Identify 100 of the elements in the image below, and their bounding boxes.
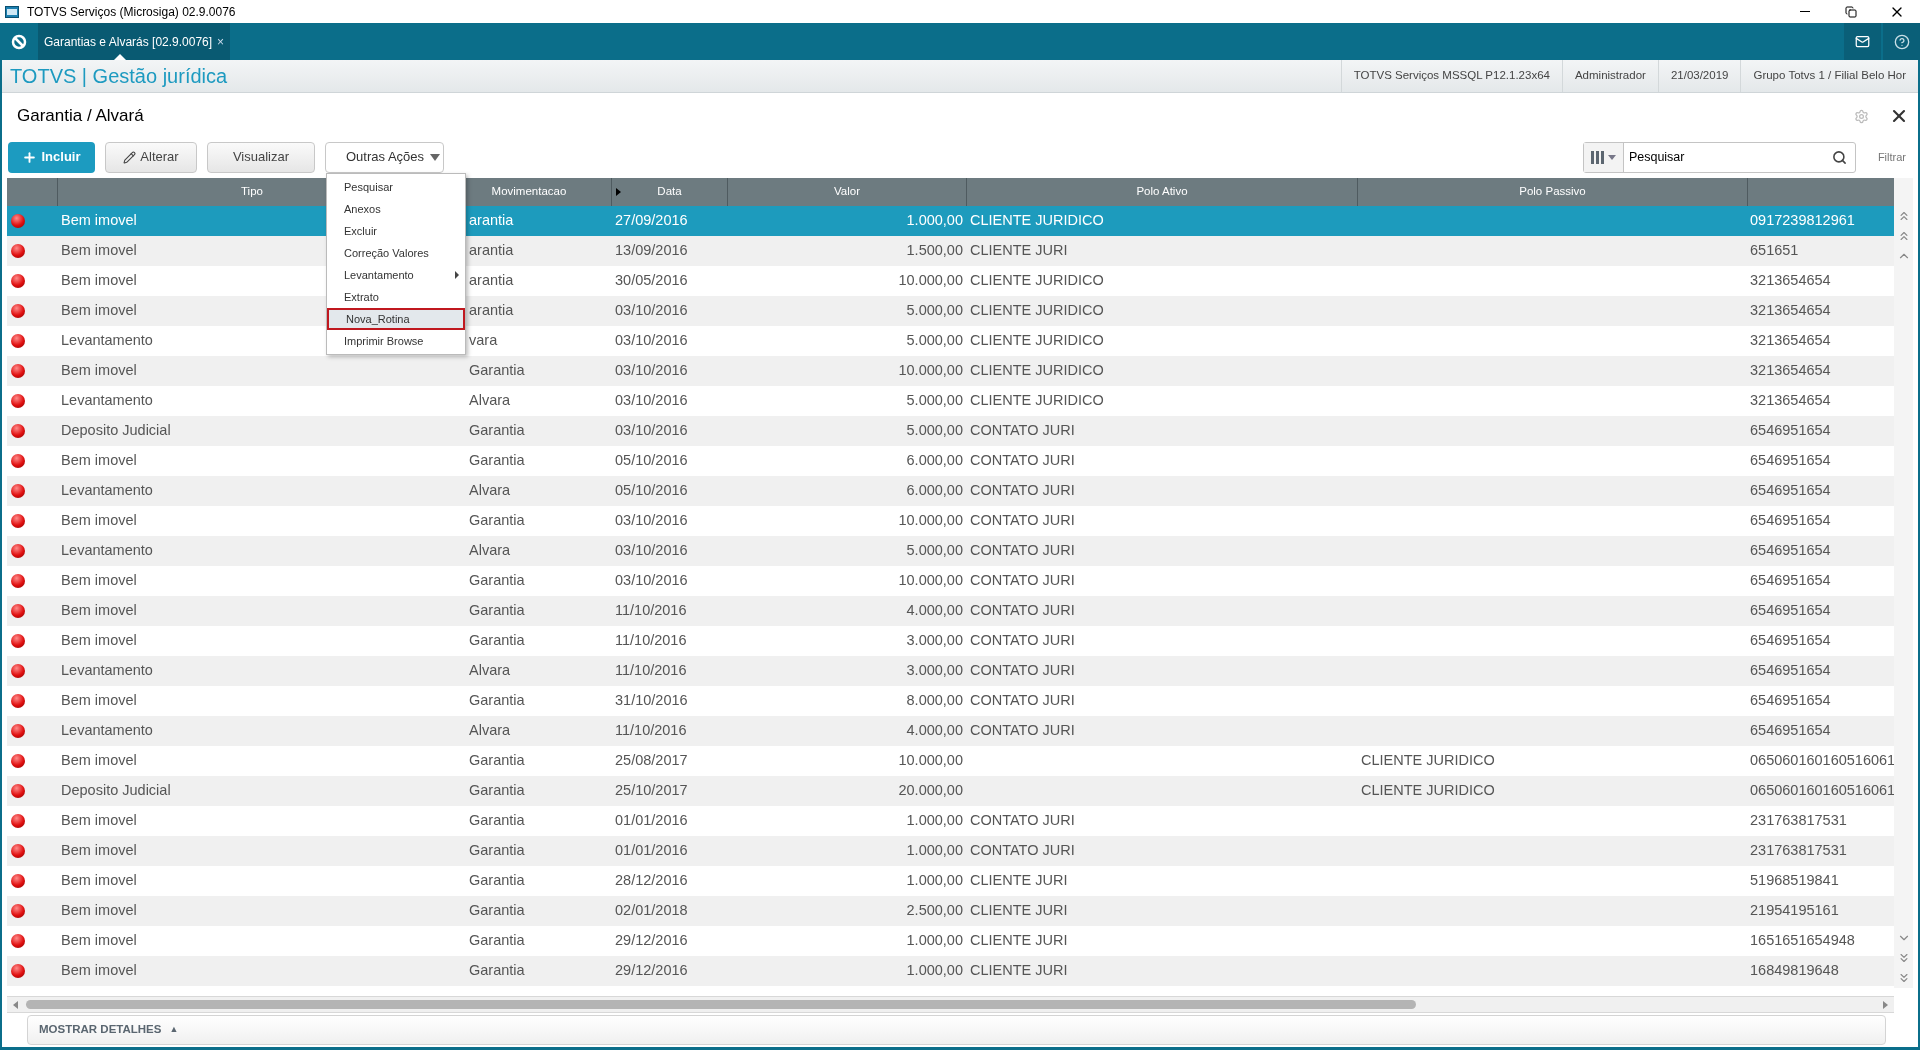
column-header[interactable]: Polo Passivo: [1519, 183, 1586, 201]
table-cell-text: 1.000,00: [906, 811, 964, 831]
caret-icon: [430, 153, 440, 161]
table-row[interactable]: Bem imovel Garantia 29/12/2016 1.000,00 CLIENTE JURI 16849819648: [7, 956, 1894, 986]
table-cell-text: 03/10/2016: [614, 571, 688, 591]
table-cell-text: 11/10/2016: [614, 631, 687, 651]
table-cell-text: 6546951654: [1749, 721, 1831, 741]
menu-item[interactable]: Nova_Rotina: [327, 308, 465, 330]
table-cell-text: Garantia: [469, 631, 525, 651]
tab-close[interactable]: ×: [217, 32, 225, 51]
help-icon: [1893, 33, 1910, 50]
mail-icon: [1855, 34, 1870, 49]
table-cell-text: 8.000,00: [906, 691, 964, 711]
pencil-icon: [123, 150, 137, 164]
table-cell-text: 1.000,00: [906, 841, 964, 861]
table-row[interactable]: Bem imovel Garantia 01/01/2016 1.000,00 CONTATO JURI 231763817531: [7, 836, 1894, 866]
settings-icon[interactable]: [1854, 108, 1869, 124]
table-cell-text: 6546951654: [1749, 451, 1831, 471]
table-cell-text: Garantia: [469, 421, 525, 441]
table-cell-text: 6546951654: [1749, 571, 1831, 591]
table-cell-text: 05/10/2016: [614, 451, 688, 471]
table-cell-text: Bem imovel: [60, 361, 137, 381]
table-cell-text: 6546951654: [1749, 541, 1831, 561]
table-cell-text: 651651: [1749, 241, 1799, 261]
table-cell-text: 1.500,00: [906, 241, 964, 261]
table-cell-text: Garantia: [469, 601, 525, 621]
table-cell-text: Garantia: [469, 361, 525, 381]
table-row[interactable]: Bem imovel Garantia 03/10/2016 10.000,00 CLIENTE JURIDICO 3213654654: [7, 356, 1894, 386]
table-cell-text: CLIENTE JURIDICO: [1360, 751, 1495, 771]
brand-title: TOTVS | Gestão jurídica: [10, 64, 228, 89]
plus-icon: [22, 149, 38, 165]
table-cell-text: Deposito Judicial: [60, 781, 171, 801]
vertical-scrollbar[interactable]: [1894, 178, 1913, 988]
scroll-right-icon[interactable]: [1883, 1000, 1888, 1009]
table-cell-text: Bem imovel: [60, 601, 137, 621]
table-cell-text: 3.000,00: [906, 631, 964, 651]
table-row[interactable]: Bem imovel Garantia 11/10/2016 4.000,00 CONTATO JURI 6546951654: [7, 596, 1894, 626]
table-cell-text: Bem imovel: [60, 691, 137, 711]
table-cell-text: CONTATO JURI: [969, 661, 1075, 681]
table-cell-text: CONTATO JURI: [969, 481, 1075, 501]
app-tab[interactable]: Garantias e Alvarás [02.9.0076] ×: [38, 23, 231, 60]
table-row[interactable]: Levantamento Alvara 03/10/2016 5.000,00 CONTATO JURI 6546951654: [7, 536, 1894, 566]
table-cell-text: 25/08/2017: [614, 751, 688, 771]
column-header[interactable]: Data: [657, 183, 682, 201]
table-cell-text: 5.000,00: [906, 541, 964, 561]
more-actions-button[interactable]: Outras Ações: [325, 141, 444, 173]
table-row[interactable]: Levantamento Alvara 11/10/2016 3.000,00 CONTATO JURI 6546951654: [7, 656, 1894, 686]
table-cell-text: Garantia: [469, 931, 525, 951]
table-cell-text: 30/05/2016: [614, 271, 688, 291]
table-row[interactable]: Levantamento Alvara 05/10/2016 6.000,00 CONTATO JURI 6546951654: [7, 476, 1894, 506]
table-cell-text: 065060160160516061: [1749, 751, 1894, 771]
search-icon[interactable]: [1831, 149, 1847, 165]
table-cell-text: CONTATO JURI: [969, 451, 1075, 471]
table-cell-text: 4.000,00: [906, 601, 964, 621]
view-button[interactable]: Visualizar: [207, 141, 315, 173]
table-cell-text: Garantia: [469, 961, 525, 981]
column-header[interactable]: Polo Ativo: [1136, 183, 1188, 201]
table-cell-text: 28/12/2016: [614, 871, 688, 891]
table-cell-text: Bem imovel: [60, 751, 137, 771]
table-cell-text: 6546951654: [1749, 631, 1831, 651]
table-cell-text: CLIENTE JURIDICO: [969, 301, 1104, 321]
scroll-left-icon[interactable]: [13, 1000, 18, 1009]
table-row[interactable]: Deposito Judicial Garantia 03/10/2016 5.000,00 CONTATO JURI 6546951654: [7, 416, 1894, 446]
show-details-button[interactable]: MOSTRAR DETALHES ▲: [27, 1015, 1886, 1045]
filter-link[interactable]: Filtrar: [1877, 148, 1906, 166]
search-input[interactable]: Pesquisar: [1623, 142, 1832, 172]
menu-item[interactable]: Imprimir Browse: [327, 330, 465, 352]
table-cell-text: 11/10/2016: [614, 661, 687, 681]
help-button[interactable]: [1883, 23, 1920, 60]
table-cell-text: 03/10/2016: [614, 361, 688, 381]
table-cell-text: 29/12/2016: [614, 931, 688, 951]
column-header[interactable]: Valor: [834, 183, 860, 201]
table-cell-text: 6546951654: [1749, 601, 1831, 621]
table-cell-text: arantia: [469, 211, 514, 231]
menu-item[interactable]: Levantamento: [327, 264, 465, 286]
table-cell-text: CONTATO JURI: [969, 691, 1075, 711]
table-cell-text: Garantia: [469, 451, 525, 471]
table-cell-text: Levantamento: [60, 721, 153, 741]
menu-item[interactable]: Pesquisar: [327, 176, 465, 198]
table-row[interactable]: Bem imovel Garantia 02/01/2018 2.500,00 CLIENTE JURI 21954195161: [7, 896, 1894, 926]
table-cell-text: Garantia: [469, 781, 525, 801]
table-cell-text: 2.500,00: [906, 901, 964, 921]
mail-button[interactable]: [1844, 23, 1881, 60]
columns-selector[interactable]: [1583, 142, 1624, 172]
table-row[interactable]: Levantamento Alvara 11/10/2016 4.000,00 CONTATO JURI 6546951654: [7, 716, 1894, 746]
column-header[interactable]: Tipo: [241, 183, 263, 201]
table-cell-text: 065060160160516061: [1749, 781, 1894, 801]
column-header[interactable]: Movimentacao: [491, 183, 567, 201]
edit-button[interactable]: Alterar: [105, 141, 197, 173]
table-cell-text: 03/10/2016: [614, 331, 688, 351]
menu-item[interactable]: Correção Valores: [327, 242, 465, 264]
table-cell-text: Garantia: [469, 811, 525, 831]
horizontal-scrollbar[interactable]: [7, 996, 1894, 1013]
table-row[interactable]: Deposito Judicial Garantia 25/10/2017 20.000,00 CLIENTE JURIDICO 065060160160516061: [7, 776, 1894, 806]
search-field[interactable]: Pesquisar: [1582, 141, 1856, 173]
restore-icon: [1845, 5, 1857, 18]
table-cell-text: Bem imovel: [60, 511, 137, 531]
table-cell-text: 1651651654948: [1749, 931, 1855, 951]
table-cell-text: Bem imovel: [60, 241, 137, 261]
table-cell-text: CONTATO JURI: [969, 631, 1075, 651]
